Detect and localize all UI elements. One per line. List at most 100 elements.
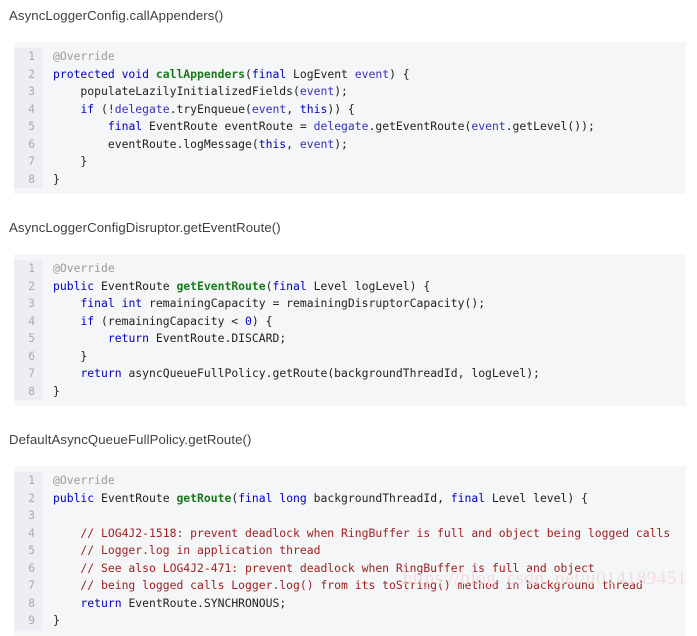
- code-token: final: [272, 278, 307, 293]
- code-token: public: [53, 278, 95, 293]
- line-content: // See also LOG4J2-471: prevent deadlock…: [42, 560, 686, 578]
- code-token: this: [258, 136, 287, 151]
- code-line: 4 if (!delegate.tryEnqueue(event, this))…: [14, 100, 686, 118]
- code-token: ,: [286, 101, 300, 116]
- code-token: public: [53, 490, 95, 505]
- code-line: 5 // Logger.log in application thread: [14, 542, 686, 560]
- code-token: (!: [94, 101, 115, 116]
- code-token: final: [450, 490, 486, 505]
- line-content: @Override: [42, 472, 686, 490]
- code-section-1: AsyncLoggerConfig.callAppenders() 1 @Over…: [0, 8, 697, 194]
- code-line: 4 if (remainingCapacity < 0) {: [14, 312, 686, 330]
- code-token: EventRoute.DISCARD;: [149, 331, 287, 345]
- code-section-2: AsyncLoggerConfigDisruptor.getEventRoute…: [0, 220, 697, 406]
- line-content: }: [42, 348, 686, 366]
- code-line: 5 final EventRoute eventRoute = delegate…: [14, 118, 686, 136]
- code-token: populateLazilyInitializedFields(: [53, 84, 300, 98]
- code-token: }: [53, 383, 60, 398]
- line-number: 1: [14, 260, 42, 278]
- code-line: 1 @Override: [14, 48, 686, 66]
- line-content: return EventRoute.SYNCHRONOUS;: [42, 595, 686, 613]
- line-number: 3: [14, 295, 42, 313]
- line-number: 1: [14, 48, 42, 66]
- code-line: 2 public EventRoute getRoute(final long b…: [14, 489, 686, 508]
- code-token: }: [53, 171, 60, 186]
- code-token: }: [53, 154, 88, 168]
- code-token: // being logged calls Logger.log() from …: [53, 578, 643, 592]
- code-token: callAppenders: [155, 66, 246, 81]
- code-token: getEventRoute: [176, 278, 266, 293]
- code-token: event: [354, 66, 390, 81]
- line-number: 2: [14, 277, 42, 295]
- code-token: remainingCapacity = remainingDisruptorCa…: [142, 296, 486, 310]
- code-token: // LOG4J2-1518: prevent deadlock when Ri…: [53, 525, 671, 540]
- code-token: final: [107, 119, 143, 133]
- code-token: (remainingCapacity <: [94, 313, 246, 328]
- code-token: delegate: [114, 101, 170, 116]
- code-block-3[interactable]: 1 @Override 2 public EventRoute getRoute(fi…: [14, 466, 686, 636]
- code-line: 9}: [14, 612, 686, 630]
- line-content: // Logger.log in application thread: [42, 542, 686, 560]
- code-line: 6 // See also LOG4J2-471: prevent deadlo…: [14, 559, 686, 578]
- code-token: // Logger.log in application thread: [53, 543, 321, 557]
- code-token: event: [251, 101, 287, 116]
- code-block-1[interactable]: 1 @Override 2 protected void callAppenders(…: [14, 42, 686, 194]
- code-token: protected void: [53, 66, 156, 81]
- code-token: );: [334, 84, 348, 98]
- line-number: 4: [14, 312, 42, 330]
- line-content: [42, 507, 686, 525]
- code-token: this: [299, 101, 328, 116]
- code-block-2[interactable]: 1 @Override 2 public EventRoute getEventRou…: [14, 254, 686, 406]
- code-token: return: [80, 366, 122, 380]
- code-token: // See also LOG4J2-471: prevent deadlock…: [53, 560, 595, 575]
- code-token: Level logLevel) {: [306, 278, 431, 293]
- line-content: eventRoute.logMessage(this, event);: [42, 136, 686, 154]
- line-number: 8: [14, 382, 42, 400]
- code-token: LogEvent: [286, 66, 355, 81]
- code-section-3: DefaultAsyncQueueFullPolicy.getRoute() 1…: [0, 432, 697, 636]
- code-token: backgroundThreadId,: [306, 490, 451, 505]
- line-number: 2: [14, 489, 42, 507]
- code-line: 7 // being logged calls Logger.log() fro…: [14, 577, 686, 595]
- line-content: protected void callAppenders(final LogEv…: [42, 66, 686, 84]
- code-line: 7 return asyncQueueFullPolicy.getRoute(b…: [14, 365, 686, 383]
- line-content: }: [42, 153, 686, 171]
- line-number: 3: [14, 83, 42, 101]
- code-token: ) {: [389, 66, 410, 81]
- code-token: (: [245, 66, 252, 81]
- code-token: if: [80, 313, 95, 328]
- line-content: return EventRoute.DISCARD;: [42, 330, 686, 348]
- line-content: }: [42, 383, 686, 401]
- code-token: }: [53, 348, 88, 363]
- line-content: @Override: [42, 260, 686, 278]
- code-token: )) {: [327, 101, 355, 116]
- code-token: event: [299, 136, 335, 151]
- line-number: 5: [14, 330, 42, 348]
- code-token: event: [299, 84, 335, 98]
- line-content: public EventRoute getRoute(final long ba…: [42, 490, 686, 508]
- code-token: return: [107, 331, 150, 345]
- section-title-2: AsyncLoggerConfigDisruptor.getEventRoute…: [9, 220, 281, 235]
- code-token: 0: [245, 313, 252, 328]
- code-token: final: [251, 66, 287, 81]
- code-line: 2 protected void callAppenders(final LogE…: [14, 65, 686, 84]
- line-number: 6: [14, 347, 42, 365]
- code-token: if: [80, 101, 95, 116]
- line-content: }: [42, 612, 686, 630]
- line-content: return asyncQueueFullPolicy.getRoute(bac…: [42, 365, 686, 383]
- code-line: 3 populateLazilyInitializedFields(event)…: [14, 83, 686, 101]
- line-number: 4: [14, 100, 42, 118]
- code-token: EventRoute: [94, 278, 177, 293]
- line-number: 4: [14, 524, 42, 542]
- code-token: final long: [238, 490, 307, 505]
- code-token: @Override: [53, 49, 115, 63]
- code-token: .getEventRoute(: [368, 119, 472, 133]
- line-content: // LOG4J2-1518: prevent deadlock when Ri…: [42, 525, 686, 543]
- line-number: 7: [14, 153, 42, 171]
- code-token: }: [53, 613, 60, 627]
- line-content: populateLazilyInitializedFields(event);: [42, 83, 686, 101]
